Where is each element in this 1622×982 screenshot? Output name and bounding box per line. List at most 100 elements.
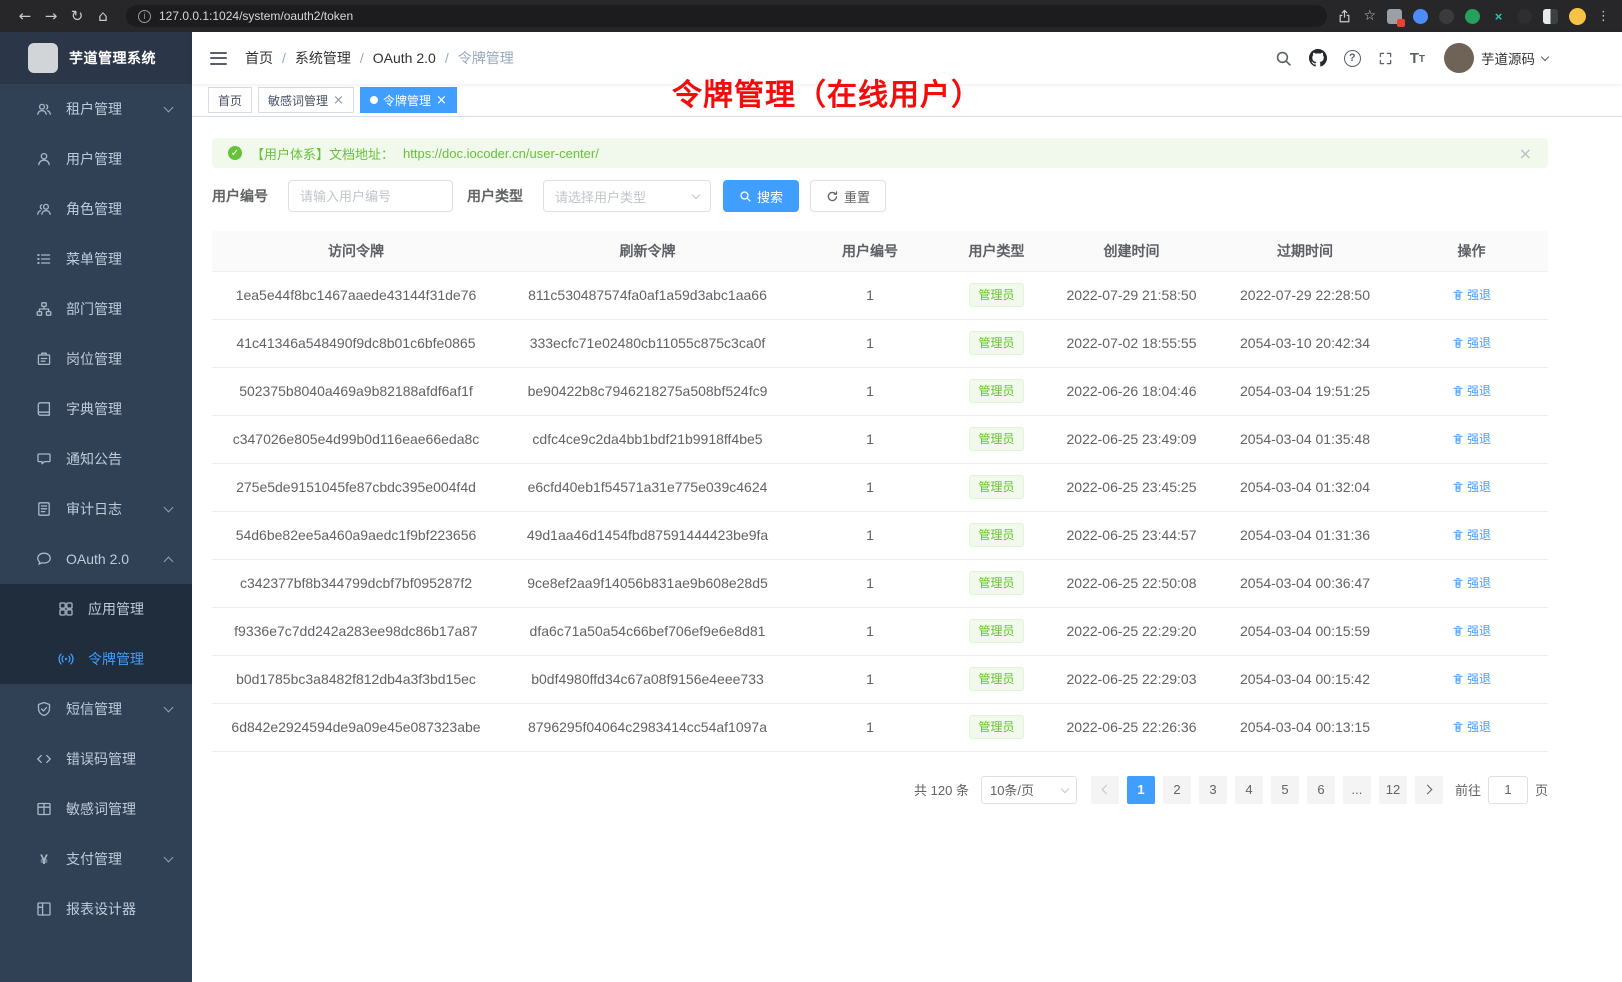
force-logout-link[interactable]: 强退 <box>1452 670 1491 687</box>
sidebar-item-pay[interactable]: ¥支付管理 <box>0 834 192 884</box>
reload-button[interactable]: ↻ <box>64 7 90 25</box>
search-button[interactable]: 搜索 <box>723 180 799 212</box>
extension-icon[interactable] <box>1439 9 1454 24</box>
search-icon[interactable] <box>1275 50 1292 67</box>
sidebar-item-role[interactable]: 角色管理 <box>0 184 192 234</box>
user-id-input[interactable] <box>288 180 453 212</box>
browser-menu-icon[interactable]: ⋮ <box>1597 9 1610 24</box>
page-button-5[interactable]: 5 <box>1271 776 1299 804</box>
cell-create-time: 2022-06-25 22:26:36 <box>1048 703 1215 751</box>
cell-refresh-token: 333ecfc71e02480cb11055c875c3ca0f <box>500 319 795 367</box>
force-logout-link[interactable]: 强退 <box>1452 334 1491 351</box>
force-logout-link[interactable]: 强退 <box>1452 526 1491 543</box>
token-table: 访问令牌 刷新令牌 用户编号 用户类型 创建时间 过期时间 操作 1ea5e44… <box>212 231 1548 752</box>
force-logout-link[interactable]: 强退 <box>1452 574 1491 591</box>
tab-close-icon[interactable]: × <box>436 94 447 107</box>
user-type-select[interactable]: 请选择用户类型 <box>543 180 711 212</box>
page-button-4[interactable]: 4 <box>1235 776 1263 804</box>
sidebar-item-oauth-app[interactable]: 应用管理 <box>0 584 192 634</box>
page-button-12[interactable]: 12 <box>1379 776 1407 804</box>
more-pages-button[interactable]: ... <box>1343 776 1371 804</box>
force-logout-link[interactable]: 强退 <box>1452 382 1491 399</box>
back-button[interactable]: ← <box>12 7 38 25</box>
cell-user-type: 管理员 <box>945 559 1048 607</box>
sidebar-item-dict[interactable]: 字典管理 <box>0 384 192 434</box>
reset-button[interactable]: 重置 <box>810 180 886 212</box>
page-size-select[interactable]: 10条/页 <box>981 776 1077 804</box>
breadcrumb-item-system[interactable]: 系统管理 <box>295 48 351 68</box>
prev-page-button[interactable] <box>1091 776 1119 804</box>
page-button-1[interactable]: 1 <box>1127 776 1155 804</box>
sidebar-item-auditlog[interactable]: 审计日志 <box>0 484 192 534</box>
page-button-3[interactable]: 3 <box>1199 776 1227 804</box>
cell-expire-time: 2054-03-04 01:32:04 <box>1215 463 1395 511</box>
extension-icon[interactable] <box>1387 9 1402 24</box>
table-row: 275e5de9151045fe87cbdc395e004f4de6cfd40e… <box>212 463 1548 511</box>
app-logo[interactable]: 芋道管理系统 <box>0 32 192 84</box>
goto-page-input[interactable] <box>1488 776 1528 804</box>
alert-close-icon[interactable]: × <box>1519 144 1532 163</box>
extension-icon[interactable] <box>1413 9 1428 24</box>
font-size-icon[interactable]: TT <box>1410 51 1425 66</box>
cell-user-id: 1 <box>795 607 945 655</box>
cell-create-time: 2022-06-25 23:49:09 <box>1048 415 1215 463</box>
user-name: 芋道源码 <box>1481 48 1535 68</box>
report-icon <box>36 901 52 917</box>
profile-avatar[interactable] <box>1569 8 1586 25</box>
hamburger-button[interactable] <box>208 47 229 70</box>
cell-action: 强退 <box>1395 559 1548 607</box>
user-menu[interactable]: 芋道源码 <box>1444 43 1548 73</box>
sidebar-item-oauth[interactable]: OAuth 2.0 <box>0 534 192 584</box>
force-logout-link[interactable]: 强退 <box>1452 286 1491 303</box>
tab-close-icon[interactable]: × <box>333 94 344 107</box>
sidebar-item-report-designer[interactable]: 报表设计器 <box>0 884 192 934</box>
force-logout-link[interactable]: 强退 <box>1452 478 1491 495</box>
next-page-button[interactable] <box>1415 776 1443 804</box>
alert-link[interactable]: https://doc.iocoder.cn/user-center/ <box>403 146 599 161</box>
force-logout-link[interactable]: 强退 <box>1452 622 1491 639</box>
goto-label: 前往 <box>1455 780 1481 799</box>
cell-action: 强退 <box>1395 607 1548 655</box>
sidebar-item-errcode[interactable]: 错误码管理 <box>0 734 192 784</box>
sidebar-item-dept[interactable]: 部门管理 <box>0 284 192 334</box>
tab-home[interactable]: 首页 <box>208 87 252 113</box>
home-button[interactable]: ⌂ <box>90 7 116 25</box>
cell-user-id: 1 <box>795 319 945 367</box>
sidebar-item-sensitive-word[interactable]: 敏感词管理 <box>0 784 192 834</box>
extension-icon[interactable] <box>1465 9 1480 24</box>
help-icon[interactable]: ? <box>1344 50 1361 67</box>
sidebar-item-tenant[interactable]: 租户管理 <box>0 84 192 134</box>
cell-access-token: 54d6be82ee5a460a9aedc1f9bf223656 <box>212 511 500 559</box>
cell-access-token: c342377bf8b344799dcbf7bf095287f2 <box>212 559 500 607</box>
extension-icon[interactable]: × <box>1491 9 1506 24</box>
breadcrumb-item-home[interactable]: 首页 <box>245 48 273 68</box>
breadcrumb-item-oauth[interactable]: OAuth 2.0 <box>373 50 436 66</box>
tab-token[interactable]: 令牌管理× <box>360 87 457 113</box>
share-icon[interactable] <box>1337 9 1352 24</box>
github-icon[interactable] <box>1309 49 1327 67</box>
cell-create-time: 2022-06-25 22:50:08 <box>1048 559 1215 607</box>
page-button-6[interactable]: 6 <box>1307 776 1335 804</box>
sidebar-item-user[interactable]: 用户管理 <box>0 134 192 184</box>
bookmark-star-icon[interactable]: ☆ <box>1363 8 1376 24</box>
page-button-2[interactable]: 2 <box>1163 776 1191 804</box>
tab-sensitive-word[interactable]: 敏感词管理× <box>258 87 354 113</box>
cell-user-id: 1 <box>795 463 945 511</box>
url-bar[interactable]: i 127.0.0.1:1024/system/oauth2/token <box>126 5 1327 27</box>
sidebar-item-menu[interactable]: 菜单管理 <box>0 234 192 284</box>
sidebar-item-notice[interactable]: 通知公告 <box>0 434 192 484</box>
table-row: c347026e805e4d99b0d116eae66eda8ccdfc4ce9… <box>212 415 1548 463</box>
force-logout-link[interactable]: 强退 <box>1452 718 1491 735</box>
info-icon[interactable]: i <box>138 10 151 23</box>
cell-refresh-token: b0df4980ffd34c67a08f9156e4eee733 <box>500 655 795 703</box>
fullscreen-icon[interactable] <box>1378 51 1393 66</box>
table-header-row: 访问令牌 刷新令牌 用户编号 用户类型 创建时间 过期时间 操作 <box>212 231 1548 271</box>
sidebar-item-oauth-token[interactable]: 令牌管理 <box>0 634 192 684</box>
force-logout-link[interactable]: 强退 <box>1452 430 1491 447</box>
extension-icon[interactable] <box>1517 9 1532 24</box>
forward-button[interactable]: → <box>38 7 64 25</box>
cell-action: 强退 <box>1395 319 1548 367</box>
sidebar-item-post[interactable]: 岗位管理 <box>0 334 192 384</box>
reader-mode-icon[interactable] <box>1543 9 1558 24</box>
sidebar-item-sms[interactable]: 短信管理 <box>0 684 192 734</box>
